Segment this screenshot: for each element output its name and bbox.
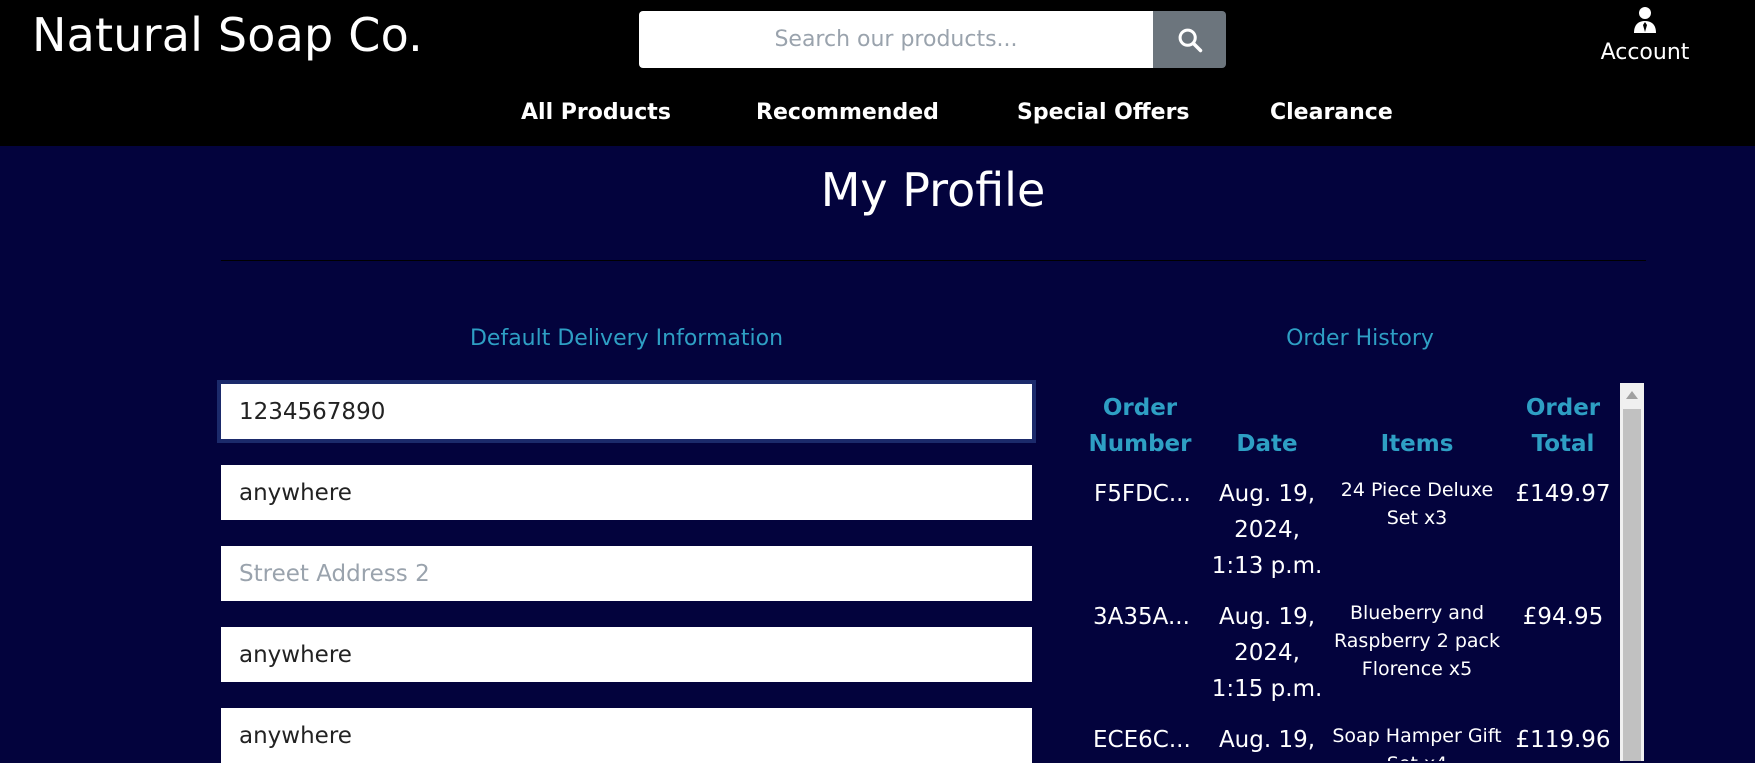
town-city-field[interactable] <box>221 627 1032 682</box>
order-total-cell: £94.95 <box>1522 604 1604 630</box>
county-field[interactable] <box>221 708 1032 763</box>
order-history-table: Order Number Date Items Order Total F5FD… <box>1070 380 1620 761</box>
order-number-cell[interactable]: ECE6C... <box>1093 722 1191 758</box>
items-line: Soap Hamper Gift <box>1332 725 1502 747</box>
title-divider <box>221 260 1646 261</box>
scroll-up-arrow[interactable] <box>1620 383 1644 407</box>
items-line: 24 Piece Deluxe <box>1340 479 1494 501</box>
nav-clearance[interactable]: Clearance <box>1270 100 1393 125</box>
site-header: Natural Soap Co. Account All Products Re… <box>0 0 1755 146</box>
items-line: Set x4 <box>1332 750 1502 761</box>
search-button[interactable] <box>1153 11 1226 68</box>
nav-special-offers[interactable]: Special Offers <box>1017 100 1190 125</box>
page-title: My Profile <box>820 163 1046 217</box>
phone-number-field[interactable] <box>221 384 1032 439</box>
brand-logo[interactable]: Natural Soap Co. <box>32 8 423 62</box>
account-link[interactable]: Account <box>1585 6 1705 65</box>
column-header-items: Items <box>1380 431 1454 457</box>
date-line: 2024, <box>1234 517 1300 543</box>
main-nav: All Products Recommended Special Offers … <box>0 100 1755 136</box>
date-line: Aug. 19, <box>1218 481 1316 507</box>
items-line: Set x3 <box>1386 507 1448 529</box>
header-line: Order <box>1525 395 1601 421</box>
date-line: 1:15 p.m. <box>1211 676 1323 702</box>
order-items-cell: Blueberry and Raspberry 2 pack Florence … <box>1332 599 1502 683</box>
date-line: Aug. 19, <box>1218 727 1316 753</box>
user-icon <box>1634 7 1656 33</box>
nav-recommended[interactable]: Recommended <box>756 100 939 125</box>
order-date-cell: Aug. 19, 2024, 1:15 p.m. <box>1207 599 1327 707</box>
column-header-order-number: Order Number <box>1084 390 1196 462</box>
order-date-cell: Aug. 19, 2024, 1:13 p.m. <box>1207 476 1327 584</box>
nav-all-products[interactable]: All Products <box>521 100 671 125</box>
search-icon <box>1178 28 1202 52</box>
triangle-up-icon <box>1626 391 1638 399</box>
date-line: Aug. 19, <box>1218 604 1316 630</box>
header-line: Total <box>1531 431 1595 457</box>
account-label: Account <box>1600 40 1690 65</box>
header-line: Order <box>1102 395 1178 421</box>
street-address-1-field[interactable] <box>221 465 1032 520</box>
order-total-cell: £149.97 <box>1515 481 1611 507</box>
date-line: 2024, <box>1234 640 1300 666</box>
order-date-cell: Aug. 19, <box>1207 722 1327 758</box>
items-line: Blueberry and <box>1349 602 1485 624</box>
column-header-date: Date <box>1236 431 1298 457</box>
search-input[interactable] <box>639 11 1153 68</box>
order-total-cell: £119.96 <box>1515 727 1611 753</box>
order-number-cell[interactable]: F5FDC... <box>1094 476 1191 512</box>
date-line: 1:13 p.m. <box>1211 553 1323 579</box>
search-bar <box>639 11 1226 68</box>
column-header-order-total: Order Total <box>1508 390 1618 462</box>
items-line: Florence x5 <box>1361 658 1473 680</box>
items-line: Raspberry 2 pack <box>1334 630 1500 652</box>
order-history-scrollbar[interactable] <box>1620 383 1644 761</box>
order-number-cell[interactable]: 3A35A... <box>1093 599 1190 635</box>
street-address-2-field[interactable] <box>221 546 1032 601</box>
delivery-section-title: Default Delivery Information <box>469 326 784 351</box>
order-history-title: Order History <box>1286 326 1434 351</box>
header-line: Number <box>1088 431 1192 457</box>
order-items-cell: 24 Piece Deluxe Set x3 <box>1332 476 1502 532</box>
order-items-cell: Soap Hamper Gift Set x4 <box>1332 722 1502 761</box>
scroll-thumb[interactable] <box>1623 409 1641 761</box>
